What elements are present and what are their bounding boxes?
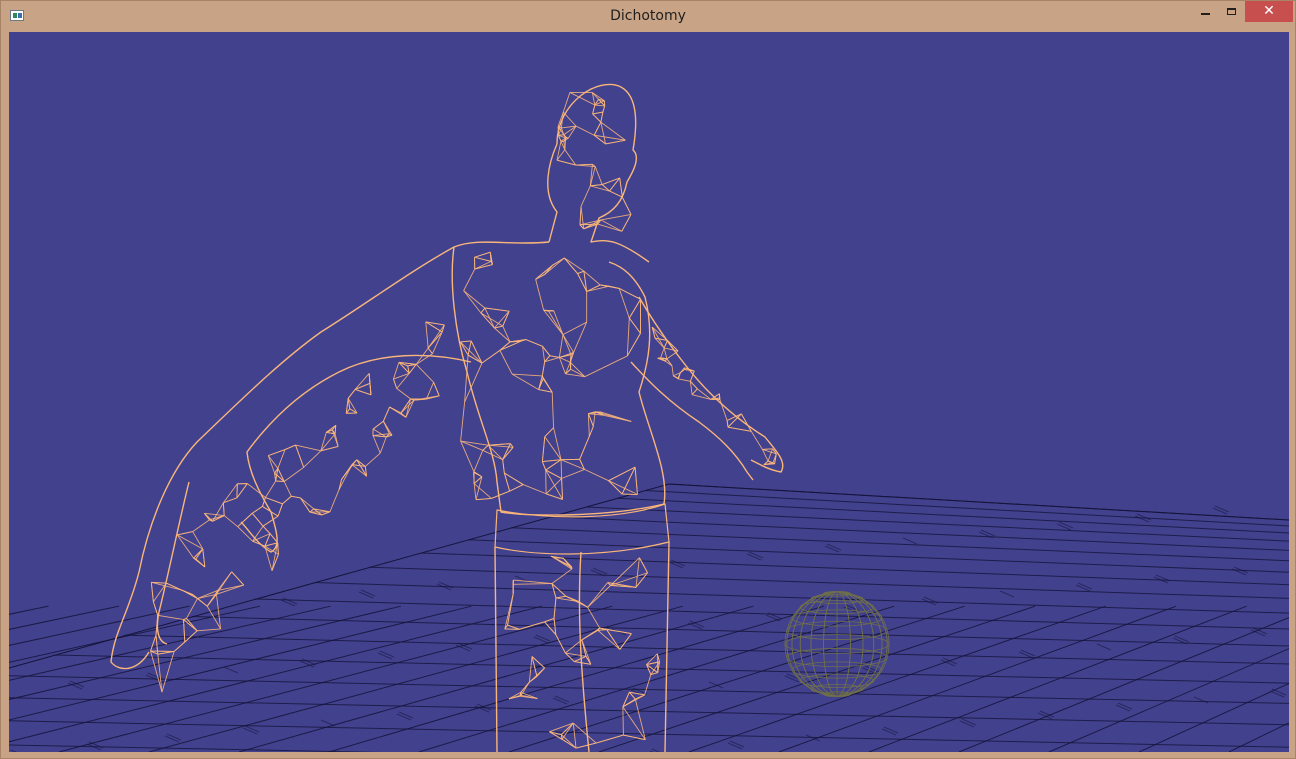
floor-grid	[9, 483, 1289, 752]
close-icon: ✕	[1263, 3, 1275, 19]
scene-canvas	[9, 83, 1289, 752]
wireframe-sphere	[784, 590, 890, 698]
maximize-button[interactable]	[1219, 1, 1243, 22]
minimize-button[interactable]	[1194, 1, 1218, 22]
title-bar[interactable]: Dichotomy ✕	[1, 1, 1295, 31]
maximize-icon	[1227, 8, 1236, 15]
render-viewport[interactable]	[9, 32, 1289, 752]
minimize-icon	[1201, 13, 1210, 15]
app-window: Dichotomy ✕	[0, 0, 1296, 759]
close-button[interactable]: ✕	[1245, 1, 1293, 22]
window-title: Dichotomy	[610, 8, 686, 24]
wireframe-character	[110, 83, 784, 752]
